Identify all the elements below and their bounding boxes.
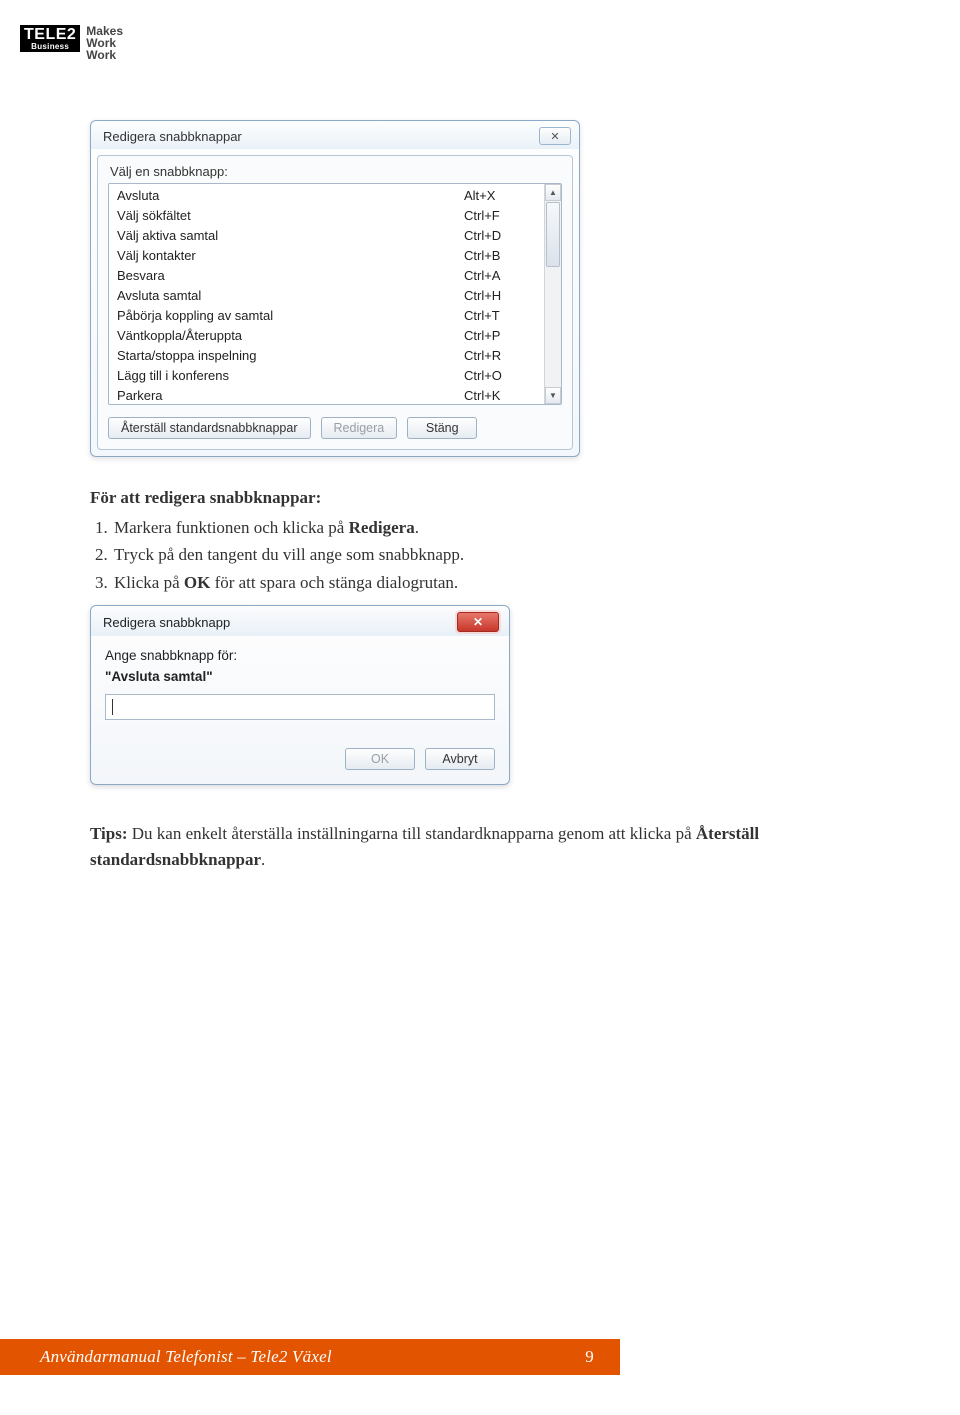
list-item-shortcut: Ctrl+D: [464, 227, 534, 245]
dialog-edit-shortcuts: Redigera snabbknappar ✕ Välj en snabbkna…: [90, 120, 580, 457]
close-button[interactable]: Stäng: [407, 417, 477, 439]
list-item[interactable]: Lägg till i konferens Ctrl+O: [109, 366, 544, 386]
logo-mark-top: TELE2: [24, 27, 76, 43]
dialog-titlebar: Redigera snabbknappar ✕: [91, 121, 579, 149]
list-item-label: Avsluta samtal: [117, 287, 201, 305]
scroll-up-icon[interactable]: ▲: [545, 184, 561, 201]
close-icon[interactable]: ✕: [539, 127, 571, 145]
instruction-step-3: Klicka på OK för att spara och stänga di…: [112, 570, 870, 596]
list-item-label: Välj kontakter: [117, 247, 196, 265]
list-item-shortcut: Ctrl+A: [464, 267, 534, 285]
list-item-label: Påbörja koppling av samtal: [117, 307, 273, 325]
list-item-label: Väntkoppla/Återuppta: [117, 327, 242, 345]
dialog2-label-1: Ange snabbknapp för:: [105, 648, 495, 663]
logo-mark: TELE2 Business: [20, 25, 80, 52]
list-item-shortcut: Ctrl+R: [464, 347, 534, 365]
list-item-shortcut: Ctrl+T: [464, 307, 534, 325]
scroll-thumb[interactable]: [546, 202, 560, 267]
list-item-label: Besvara: [117, 267, 165, 285]
list-item-shortcut: Ctrl+K: [464, 387, 534, 404]
page-number: 9: [585, 1347, 594, 1367]
list-item[interactable]: Avsluta samtal Ctrl+H: [109, 286, 544, 306]
list-item-label: Välj sökfältet: [117, 207, 191, 225]
dialog-title-text: Redigera snabbknappar: [103, 129, 242, 144]
dialog-body: Välj en snabbknapp: Avsluta Alt+X Välj s…: [97, 155, 573, 450]
list-item[interactable]: Väntkoppla/Återuppta Ctrl+P: [109, 326, 544, 346]
brand-logo: TELE2 Business Makes Work Work: [20, 25, 123, 61]
list-item-shortcut: Alt+X: [464, 187, 534, 205]
list-item[interactable]: Välj aktiva samtal Ctrl+D: [109, 226, 544, 246]
list-item[interactable]: Avsluta Alt+X: [109, 186, 544, 206]
footer-text: Användarmanual Telefonist – Tele2 Växel: [40, 1347, 332, 1367]
listbox-label: Välj en snabbknapp:: [110, 164, 562, 179]
scrollbar[interactable]: ▲ ▼: [544, 184, 561, 404]
dialog2-titlebar: Redigera snabbknapp ✕: [91, 606, 509, 636]
shortcut-listbox[interactable]: Avsluta Alt+X Välj sökfältet Ctrl+F Välj…: [108, 183, 562, 405]
list-item-label: Parkera: [117, 387, 163, 404]
scroll-track[interactable]: [545, 268, 561, 387]
list-item-label: Starta/stoppa inspelning: [117, 347, 256, 365]
instruction-step-2: Tryck på den tangent du vill ange som sn…: [112, 542, 870, 568]
instruction-step-1: Markera funktionen och klicka på Rediger…: [112, 515, 870, 541]
tip-lead: Tips:: [90, 824, 128, 843]
list-item[interactable]: Starta/stoppa inspelning Ctrl+R: [109, 346, 544, 366]
scroll-down-icon[interactable]: ▼: [545, 387, 561, 404]
reset-defaults-button[interactable]: Återställ standardsnabbknappar: [108, 417, 311, 439]
page-footer: Användarmanual Telefonist – Tele2 Växel …: [0, 1339, 620, 1375]
dialog2-title-text: Redigera snabbknapp: [103, 615, 230, 630]
list-item-shortcut: Ctrl+H: [464, 287, 534, 305]
instructions-block: För att redigera snabbknappar: Markera f…: [90, 485, 870, 595]
logo-slogan: Makes Work Work: [86, 25, 123, 61]
dialog-button-row: Återställ standardsnabbknappar Redigera …: [108, 417, 562, 439]
logo-slogan-l3: Work: [86, 49, 123, 61]
list-item-shortcut: Ctrl+O: [464, 367, 534, 385]
list-item[interactable]: Parkera Ctrl+K: [109, 386, 544, 404]
list-item-label: Avsluta: [117, 187, 159, 205]
dialog-edit-single-shortcut: Redigera snabbknapp ✕ Ange snabbknapp fö…: [90, 605, 510, 785]
list-item-shortcut: Ctrl+B: [464, 247, 534, 265]
list-item[interactable]: Välj sökfältet Ctrl+F: [109, 206, 544, 226]
list-item[interactable]: Besvara Ctrl+A: [109, 266, 544, 286]
shortcut-input[interactable]: [105, 694, 495, 720]
tip-paragraph: Tips: Du kan enkelt återställa inställni…: [90, 821, 870, 872]
cancel-button[interactable]: Avbryt: [425, 748, 495, 770]
dialog2-label-2: "Avsluta samtal": [105, 669, 495, 684]
dialog2-body: Ange snabbknapp för: "Avsluta samtal" OK…: [91, 636, 509, 784]
list-item-label: Välj aktiva samtal: [117, 227, 218, 245]
list-item-shortcut: Ctrl+F: [464, 207, 534, 225]
edit-button[interactable]: Redigera: [321, 417, 398, 439]
list-item[interactable]: Påbörja koppling av samtal Ctrl+T: [109, 306, 544, 326]
list-item-label: Lägg till i konferens: [117, 367, 229, 385]
close-icon[interactable]: ✕: [457, 612, 499, 632]
shortcut-list[interactable]: Avsluta Alt+X Välj sökfältet Ctrl+F Välj…: [109, 184, 544, 404]
list-item[interactable]: Välj kontakter Ctrl+B: [109, 246, 544, 266]
text-caret-icon: [112, 699, 113, 715]
instructions-heading: För att redigera snabbknappar:: [90, 485, 870, 511]
logo-mark-bottom: Business: [31, 43, 69, 51]
ok-button[interactable]: OK: [345, 748, 415, 770]
list-item-shortcut: Ctrl+P: [464, 327, 534, 345]
dialog2-button-row: OK Avbryt: [105, 748, 495, 770]
